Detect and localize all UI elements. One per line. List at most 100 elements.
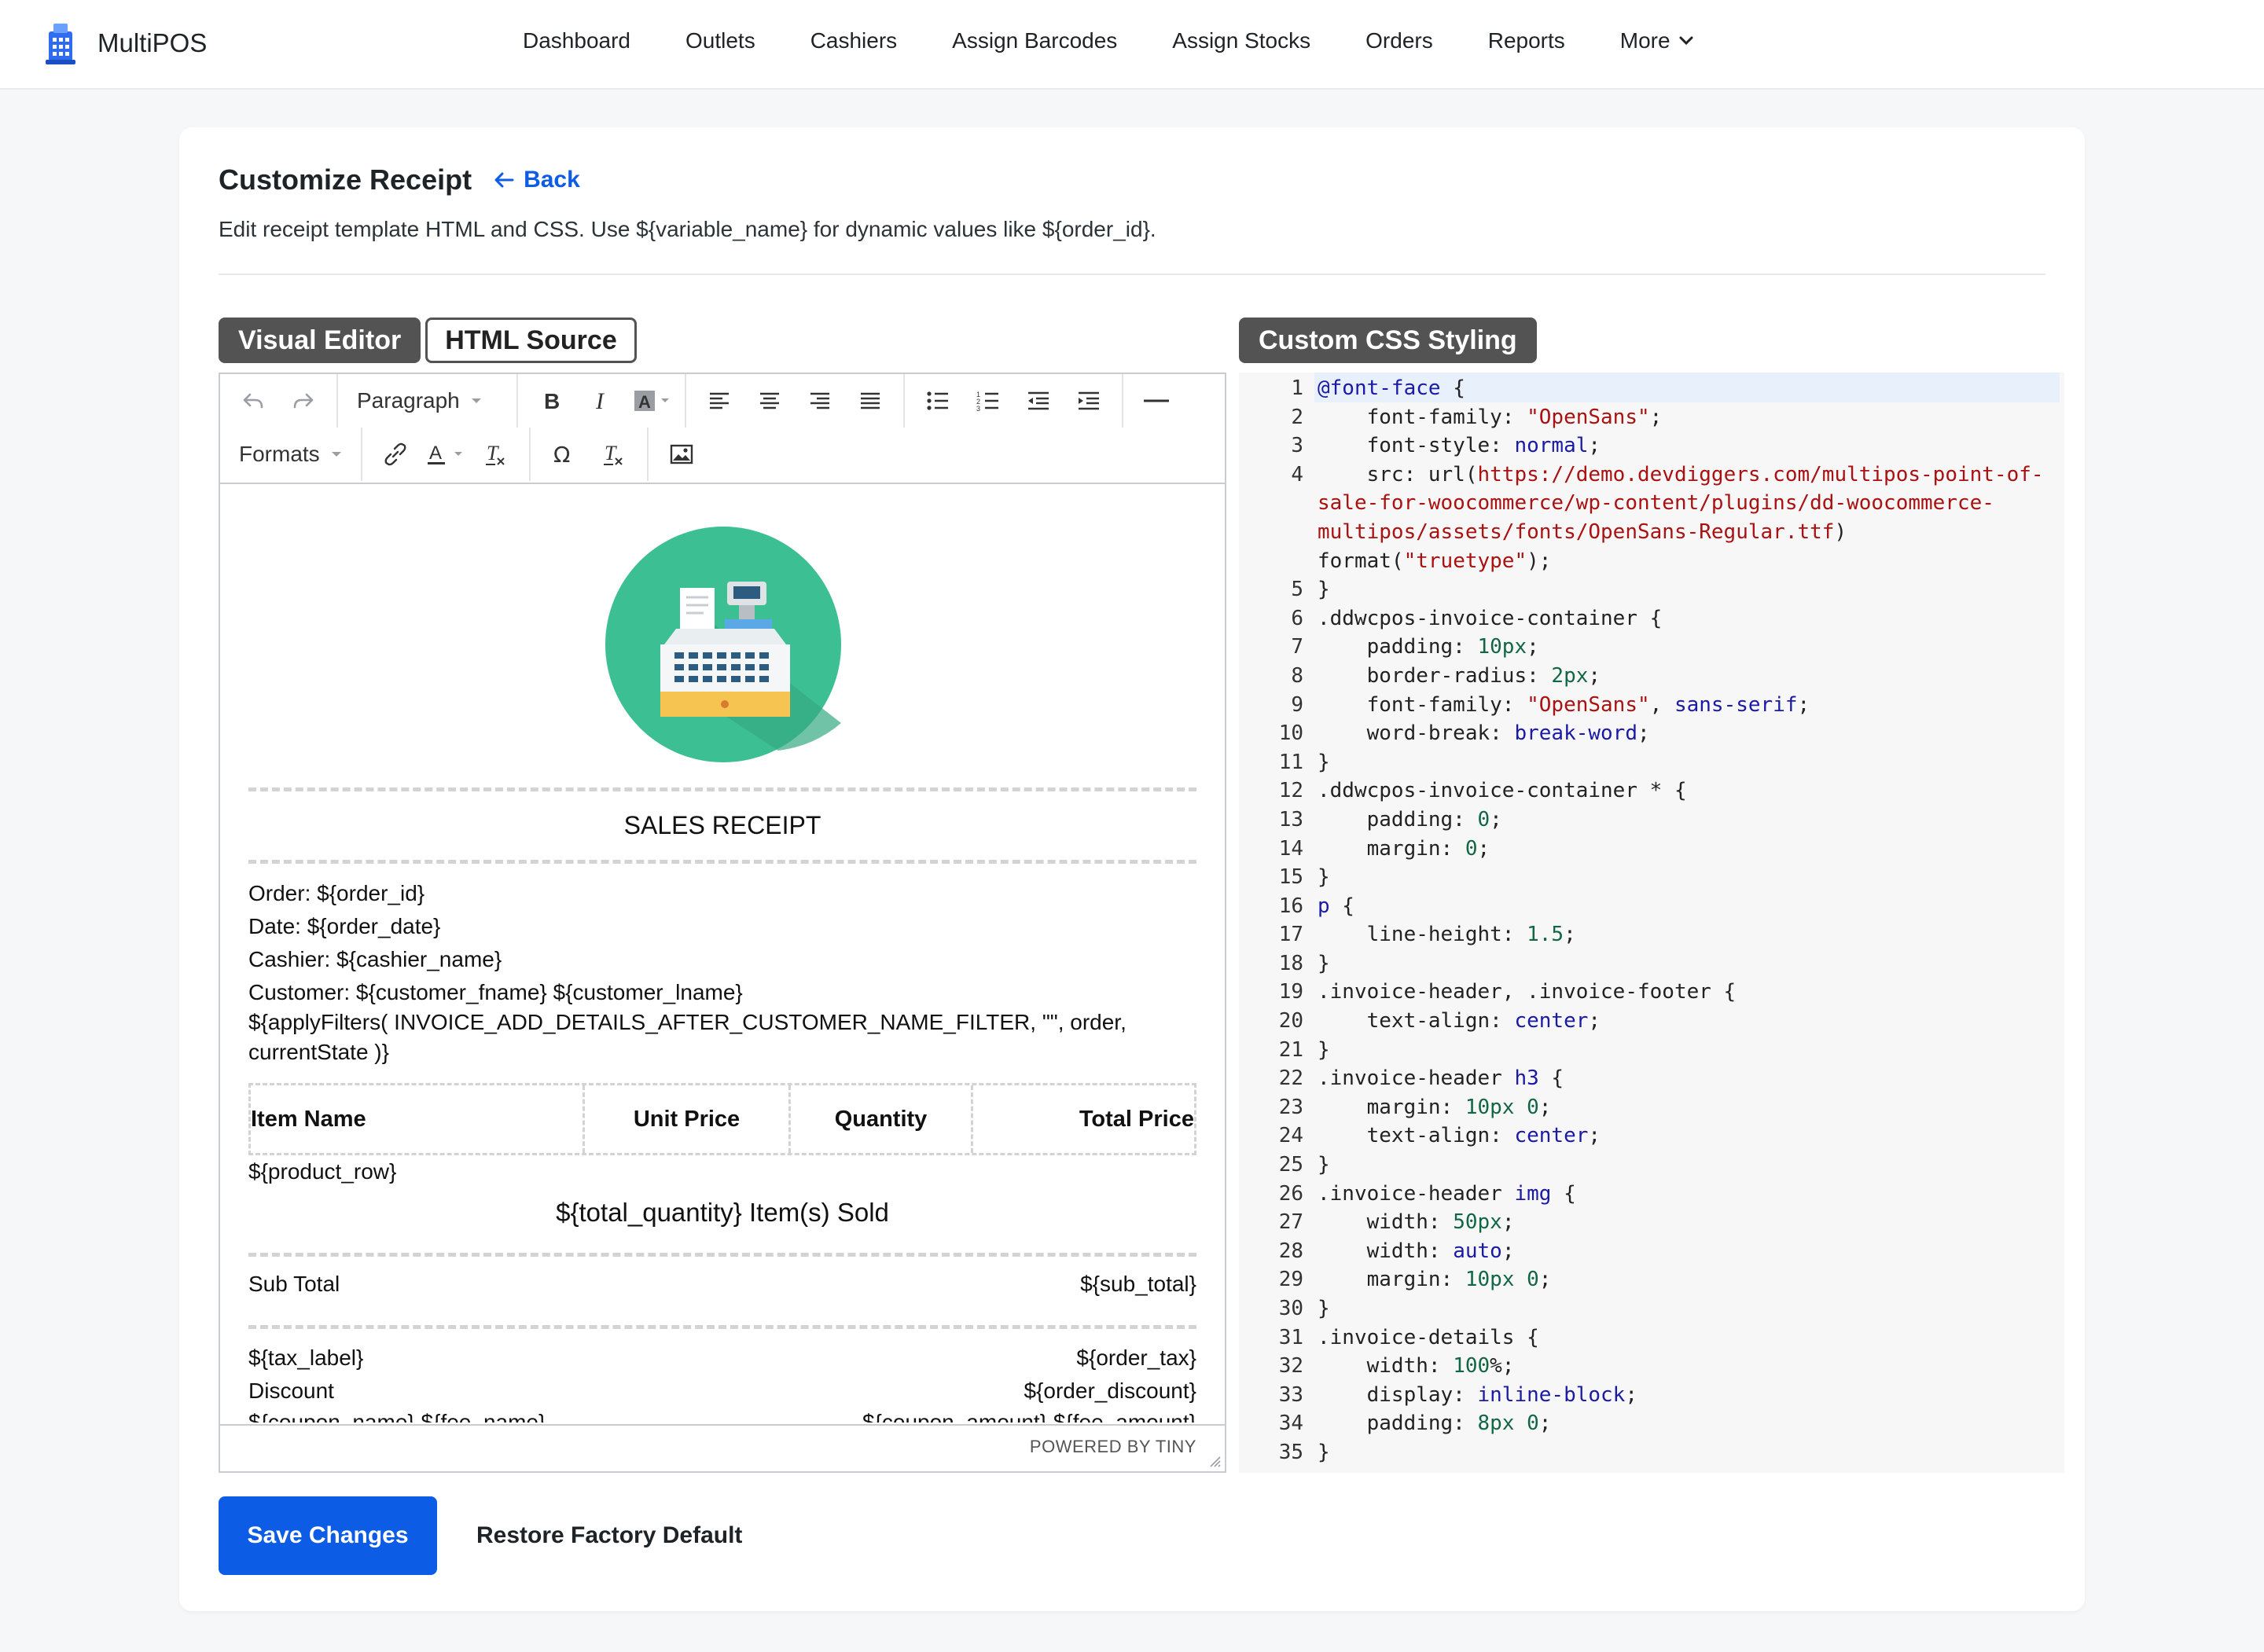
- align-justify-icon[interactable]: [845, 377, 895, 424]
- text-color-icon[interactable]: A: [421, 431, 471, 478]
- brand-name: MultiPOS: [97, 28, 208, 57]
- code-line: 22 .invoice-header h3 {: [1239, 1064, 2064, 1093]
- code-text: multipos/assets/fonts/OpenSans-Regular.t…: [1318, 519, 1847, 544]
- code-text: format("truetype");: [1318, 549, 1552, 573]
- nav-dashboard[interactable]: Dashboard: [523, 28, 630, 53]
- nav-orders[interactable]: Orders: [1365, 28, 1433, 53]
- block-format-select[interactable]: Paragraph: [346, 377, 509, 424]
- discount-value: ${order_discount}: [1024, 1379, 1196, 1403]
- css-code-editor[interactable]: 1 @font-face {2 font-family: "OpenSans"; 3…: [1239, 373, 2064, 1473]
- clear-format-icon[interactable]: T: [471, 431, 521, 478]
- editor-statusbar: POWERED BY TINY: [220, 1424, 1225, 1471]
- restore-default-button[interactable]: Restore Factory Default: [476, 1496, 742, 1575]
- indent-icon[interactable]: [1064, 377, 1114, 424]
- receipt-title: SALES RECEIPT: [623, 811, 821, 839]
- code-line: 28 width: auto;: [1239, 1237, 2064, 1266]
- tab-custom-css[interactable]: Custom CSS Styling: [1239, 318, 1537, 363]
- code-line: 29 margin: 10px 0;: [1239, 1265, 2064, 1294]
- code-line: 4 src: url(https://demo.devdiggers.com/m…: [1239, 461, 2064, 490]
- code-text: font-family: "OpenSans";: [1318, 405, 1663, 429]
- code-line: 16 p {: [1239, 892, 2064, 921]
- subtotal-value: ${sub_total}: [1080, 1272, 1196, 1296]
- receipt-customer-line: Customer: ${customer_fname} ${customer_l…: [248, 980, 743, 1004]
- code-line: 18}: [1239, 949, 2064, 978]
- code-line: multipos/assets/fonts/OpenSans-Regular.t…: [1239, 518, 2064, 547]
- back-label: Back: [524, 167, 580, 193]
- italic-icon[interactable]: I: [576, 377, 627, 424]
- line-number: 5: [1291, 578, 1303, 602]
- code-line: 13 padding: 0;: [1239, 806, 2064, 835]
- line-number: 11: [1278, 750, 1303, 774]
- nav-cashiers[interactable]: Cashiers: [810, 28, 897, 53]
- line-number: 34: [1278, 1412, 1303, 1436]
- align-right-icon[interactable]: [795, 377, 845, 424]
- tab-visual-editor[interactable]: Visual Editor: [219, 318, 421, 363]
- block-format-value: Paragraph: [357, 388, 460, 413]
- nav-reports[interactable]: Reports: [1488, 28, 1565, 53]
- bullet-list-icon[interactable]: [913, 377, 963, 424]
- nav-outlets[interactable]: Outlets: [685, 28, 755, 53]
- text-style-group: B I A: [518, 374, 686, 428]
- code-text: margin: 10px 0;: [1318, 1095, 1552, 1119]
- horizontal-rule-icon[interactable]: [1131, 377, 1182, 424]
- code-line: 30}: [1239, 1294, 2064, 1323]
- bold-icon[interactable]: B: [526, 377, 576, 424]
- header-divider: [219, 273, 2045, 275]
- powered-by-tiny[interactable]: POWERED BY TINY: [1030, 1437, 1196, 1457]
- tab-html-source[interactable]: HTML Source: [425, 318, 637, 363]
- receipt-order-line: Order: ${order_id}: [248, 881, 425, 905]
- line-number: 14: [1278, 836, 1303, 861]
- svg-text:B: B: [544, 390, 560, 412]
- code-line: 12 .ddwcpos-invoice-container * {: [1239, 776, 2064, 806]
- outdent-icon[interactable]: [1013, 377, 1064, 424]
- nav-assign-barcodes[interactable]: Assign Barcodes: [952, 28, 1117, 53]
- line-number: 25: [1278, 1153, 1303, 1177]
- toolbar-row-2: Formats A T Ω T: [220, 428, 715, 481]
- save-changes-button[interactable]: Save Changes: [219, 1496, 437, 1575]
- back-link[interactable]: Back: [494, 167, 580, 193]
- main-nav: Dashboard Outlets Cashiers Assign Barcod…: [523, 28, 1749, 53]
- formats-select[interactable]: Formats: [228, 431, 353, 478]
- code-text: padding: 10px;: [1318, 635, 1539, 659]
- nav-assign-stocks[interactable]: Assign Stocks: [1172, 28, 1310, 53]
- image-icon[interactable]: [656, 431, 707, 478]
- line-number: 6: [1291, 606, 1303, 630]
- line-number: 20: [1278, 1009, 1303, 1033]
- receipt-items-sold: ${total_quantity} Item(s) Sold: [556, 1198, 889, 1227]
- coupon-value: ${coupon_amount} ${fee_amount}: [862, 1410, 1196, 1423]
- code-text: font-style: normal;: [1318, 434, 1601, 458]
- brand[interactable]: MultiPOS: [41, 20, 207, 66]
- code-line: 2 font-family: "OpenSans";: [1239, 403, 2064, 432]
- link-icon[interactable]: [370, 431, 421, 478]
- code-text: p {: [1318, 894, 1354, 918]
- chevron-down-icon: [1679, 36, 1693, 46]
- background-color-icon[interactable]: A: [627, 377, 677, 424]
- editor-content[interactable]: SALES RECEIPT Order: ${order_id} Date: $…: [220, 483, 1225, 1423]
- code-line: 24 text-align: center;: [1239, 1122, 2064, 1151]
- line-number: 15: [1278, 865, 1303, 890]
- resize-handle-icon[interactable]: [1207, 1454, 1222, 1468]
- code-line: 1 @font-face {: [1239, 374, 2064, 403]
- code-text: padding: 8px 0;: [1318, 1412, 1552, 1436]
- align-center-icon[interactable]: [744, 377, 795, 424]
- code-line: 20 text-align: center;: [1239, 1007, 2064, 1036]
- numbered-list-icon[interactable]: 123: [963, 377, 1013, 424]
- line-number: 7: [1291, 635, 1303, 659]
- code-line: 14 margin: 0;: [1239, 835, 2064, 864]
- line-number: 28: [1278, 1239, 1303, 1263]
- undo-icon[interactable]: [228, 377, 278, 424]
- redo-icon[interactable]: [278, 377, 329, 424]
- line-number: 26: [1278, 1181, 1303, 1206]
- code-text: .invoice-header img {: [1318, 1181, 1576, 1206]
- align-left-icon[interactable]: [694, 377, 744, 424]
- remove-format-icon[interactable]: T: [589, 431, 639, 478]
- media-group: [649, 428, 715, 481]
- line-number: 31: [1278, 1325, 1303, 1349]
- caret-down-icon: [331, 452, 341, 457]
- code-line: 31 .invoice-details {: [1239, 1323, 2064, 1353]
- special-char-icon[interactable]: Ω: [538, 431, 589, 478]
- col-item-name: Item Name: [251, 1106, 366, 1132]
- code-text: padding: 0;: [1318, 807, 1502, 832]
- col-quantity: Quantity: [788, 1085, 971, 1153]
- nav-more[interactable]: More: [1620, 28, 1694, 53]
